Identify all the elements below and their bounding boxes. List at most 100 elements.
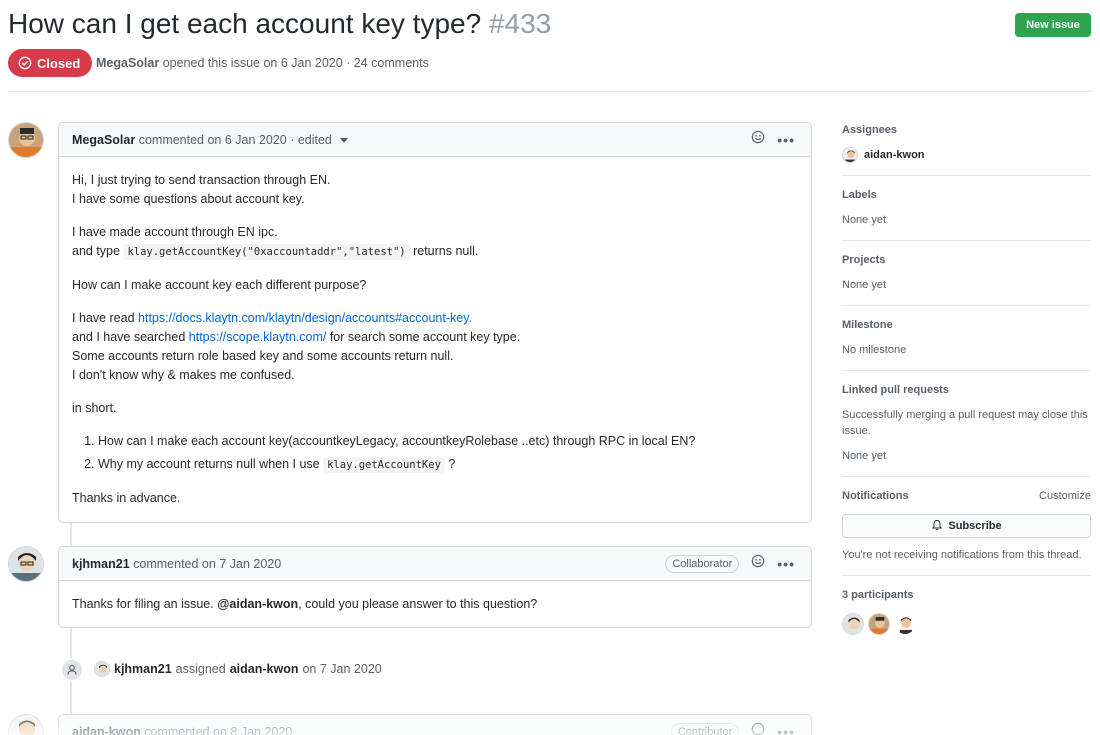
- comment-box: aidan-kwon commented on 8 Jan 2020 Contr…: [58, 714, 812, 735]
- issue-number: #433: [488, 8, 552, 39]
- sidebar-participants: 3 participants: [842, 589, 1091, 635]
- sidebar-heading[interactable]: Projects: [842, 254, 1091, 268]
- milestone-value: No milestone: [842, 344, 907, 356]
- issue-closed-icon: [18, 56, 32, 70]
- notifications-description: You're not receiving notifications from …: [842, 549, 1082, 561]
- sidebar-linked-prs: Linked pull requests Successfully mergin…: [842, 384, 1091, 477]
- comment-header: kjhman21 commented on 7 Jan 2020 Collabo…: [59, 547, 811, 581]
- assign-event-text: kjhman21 assigned aidan-kwon on 7 Jan 20…: [94, 661, 382, 677]
- more-options-icon[interactable]: •••: [777, 547, 795, 581]
- participants-list: [842, 613, 1091, 635]
- customize-link[interactable]: Customize: [1039, 490, 1091, 504]
- subscribe-label: Subscribe: [948, 520, 1002, 532]
- projects-heading: Projects: [842, 254, 886, 266]
- assignee-name: aidan-kwon: [864, 149, 925, 161]
- linked-prs-value: None yet: [842, 450, 887, 462]
- smiley-icon[interactable]: [751, 715, 765, 735]
- more-options-icon[interactable]: •••: [777, 123, 795, 157]
- new-issue-button[interactable]: New issue: [1015, 13, 1091, 37]
- linked-prs-description: Successfully merging a pull request may …: [842, 409, 1088, 437]
- user-mention[interactable]: @aidan-kwon: [217, 597, 298, 611]
- docs-link[interactable]: https://docs.klaytn.com/klaytn/design/ac…: [138, 311, 472, 325]
- event-verb: assigned: [175, 662, 226, 676]
- sidebar-heading: Notifications Customize: [842, 490, 1091, 504]
- comment-body: Hi, I just trying to send transaction th…: [59, 157, 811, 522]
- comment-meta: commented on 7 Jan 2020: [133, 557, 282, 571]
- participant-avatar[interactable]: [894, 613, 916, 635]
- avatar[interactable]: [8, 714, 44, 735]
- comment-box: MegaSolar commented on 6 Jan 2020 · edit…: [58, 122, 812, 523]
- inline-code: klay.getAccountKey: [323, 457, 445, 473]
- chevron-down-icon[interactable]: [340, 123, 349, 157]
- question-list: How can I make each account key(accountk…: [72, 432, 798, 475]
- sidebar-notifications: Notifications Customize Subscribe You're…: [842, 490, 1091, 576]
- bell-icon: [931, 519, 943, 534]
- issue-sidebar: Assignees aidan-kwon Labels None yet Pro…: [842, 124, 1091, 635]
- body-text: Thanks for filing an issue.: [72, 597, 214, 611]
- scope-link[interactable]: https://scope.klaytn.com/: [189, 330, 327, 344]
- issue-title-text: How can I get each account key type?: [8, 8, 482, 39]
- sidebar-labels: Labels None yet: [842, 189, 1091, 241]
- avatar[interactable]: [94, 661, 110, 677]
- sidebar-heading[interactable]: Assignees: [842, 124, 1091, 138]
- assignee-link[interactable]: aidan-kwon: [230, 662, 299, 676]
- body-text: I have made account through EN ipc.: [72, 225, 278, 239]
- sidebar-heading: 3 participants: [842, 589, 1091, 603]
- body-text: I don't know why & makes me confused.: [72, 368, 295, 382]
- body-text: returns null.: [413, 244, 479, 258]
- comment-box: kjhman21 commented on 7 Jan 2020 Collabo…: [58, 546, 812, 628]
- body-text: I have some questions about account key.: [72, 192, 305, 206]
- comment-meta: commented on 6 Jan 2020 · edited: [138, 133, 332, 147]
- labels-heading: Labels: [842, 189, 877, 201]
- comment-author[interactable]: aidan-kwon: [72, 725, 141, 735]
- body-text: ?: [448, 457, 456, 471]
- avatar[interactable]: [8, 122, 44, 158]
- body-text: How can I make account key each differen…: [72, 278, 367, 292]
- sidebar-milestone: Milestone No milestone: [842, 319, 1091, 371]
- body-text: Some accounts return role based key and …: [72, 349, 454, 363]
- comment-author[interactable]: MegaSolar: [72, 133, 135, 147]
- participant-avatar[interactable]: [842, 613, 864, 635]
- issue-opened-text: opened this issue on 6 Jan 2020 · 24 com…: [162, 56, 429, 70]
- smiley-icon[interactable]: [751, 123, 765, 157]
- comment-author[interactable]: kjhman21: [72, 557, 130, 571]
- sidebar-assignees: Assignees aidan-kwon: [842, 124, 1091, 176]
- smiley-icon[interactable]: [751, 547, 765, 581]
- issue-header: How can I get each account key type? #43…: [8, 6, 1092, 92]
- person-icon: [60, 658, 84, 682]
- list-item: How can I make each account key(accountk…: [98, 432, 798, 451]
- role-badge: Collaborator: [665, 555, 740, 573]
- issue-author-link[interactable]: MegaSolar: [96, 56, 159, 70]
- status-text: Closed: [37, 55, 81, 71]
- comment-header: MegaSolar commented on 6 Jan 2020 · edit…: [59, 123, 811, 157]
- milestone-heading: Milestone: [842, 319, 893, 331]
- linked-prs-heading: Linked pull requests: [842, 384, 949, 396]
- body-text: How can I make each account key(accountk…: [98, 434, 696, 448]
- labels-value: None yet: [842, 214, 887, 226]
- assign-event: kjhman21 assigned aidan-kwon on 7 Jan 20…: [58, 656, 758, 684]
- sidebar-projects: Projects None yet: [842, 254, 1091, 306]
- body-text: and type: [72, 244, 120, 258]
- participant-avatar[interactable]: [868, 613, 890, 635]
- more-options-icon[interactable]: •••: [777, 715, 795, 735]
- subscribe-button[interactable]: Subscribe: [842, 514, 1091, 538]
- event-date: on 7 Jan 2020: [302, 662, 382, 676]
- actor-link[interactable]: kjhman21: [114, 662, 172, 676]
- avatar: [842, 147, 858, 163]
- participants-heading: 3 participants: [842, 589, 914, 601]
- list-item: Why my account returns null when I use k…: [98, 455, 798, 475]
- sidebar-heading[interactable]: Linked pull requests: [842, 384, 1091, 398]
- avatar[interactable]: [8, 546, 44, 582]
- body-text: I have read: [72, 311, 135, 325]
- assignee-item[interactable]: aidan-kwon: [842, 147, 1091, 163]
- assignees-heading: Assignees: [842, 124, 898, 136]
- body-text: in short.: [72, 401, 117, 415]
- comment-actions: Collaborator •••: [665, 547, 795, 581]
- sidebar-heading[interactable]: Labels: [842, 189, 1091, 203]
- sidebar-heading[interactable]: Milestone: [842, 319, 1091, 333]
- issue-title: How can I get each account key type? #43…: [8, 8, 551, 40]
- projects-value: None yet: [842, 279, 887, 291]
- comment-actions: •••: [751, 123, 795, 157]
- issue-meta: MegaSolar opened this issue on 6 Jan 202…: [96, 56, 429, 70]
- status-badge: Closed: [8, 49, 93, 77]
